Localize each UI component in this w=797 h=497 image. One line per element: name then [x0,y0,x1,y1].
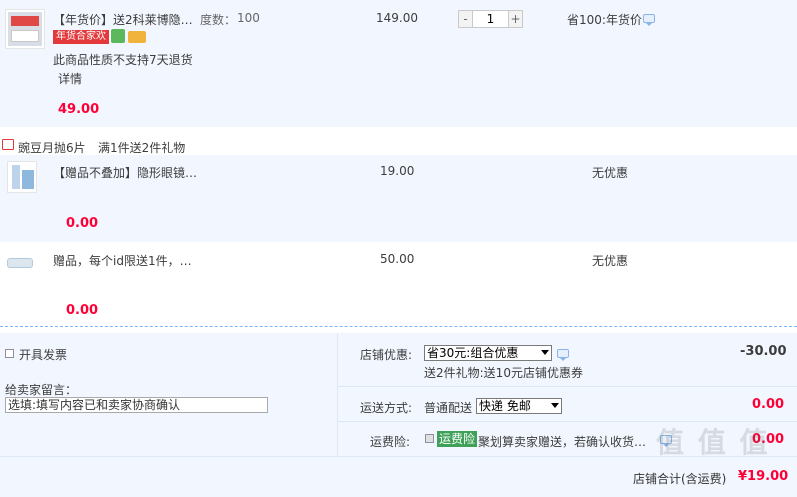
shipping-label: 运送方式: [360,401,413,415]
quantity-plus-button[interactable]: + [508,10,523,28]
quantity-minus-button[interactable]: - [458,10,473,28]
item1-title[interactable]: 【年货价】送2科莱博隐… [53,11,193,28]
gift-group-promo: 满1件送2件礼物 [98,141,186,155]
shop-discount-info-icon[interactable] [557,349,569,361]
message-label: 给卖家留言： [5,383,78,397]
item1-discount-info-icon[interactable] [643,14,655,26]
shop-discount-select[interactable]: 省30元:组合优惠 [424,345,552,361]
service-icon-card [128,31,146,43]
options-vertical-divider [337,333,338,456]
invoice-label[interactable]: 开具发票 [19,346,67,363]
watermark: 值 值 值 [656,426,770,459]
item1-promo-badge: 年货合家欢 [53,30,109,44]
shop-discount-row-line [337,386,797,387]
shop-total-label: 店铺合计(含运费) [633,472,727,486]
chevron-down-icon [541,350,549,355]
shop-discount-detail: 送2件礼物:送10元店铺优惠券 [424,366,583,380]
item2-subtotal: 0.00 [66,216,99,231]
shop-total-amount: ¥19.00 [738,469,789,484]
shipping-select[interactable]: 快递 免邮 [476,398,562,414]
insurance-tag: 运费险 [437,431,478,447]
shop-discount-amount: -30.00 [740,344,787,359]
item1-thumbnail[interactable] [5,9,45,49]
item2-unit-price: 19.00 [380,164,415,178]
item1-subtotal: 49.00 [58,102,100,117]
item3-unit-price: 50.00 [380,252,415,266]
item3-subtotal: 0.00 [66,303,99,318]
quantity-input[interactable]: 1 [472,10,509,28]
item2-title[interactable]: 【赠品不叠加】隐形眼镜… [53,164,197,181]
item1-return-notice: 此商品性质不支持7天退货 [53,53,193,67]
shipping-selected: 快递 免邮 [479,399,531,413]
item1-detail-link[interactable]: 详情 [58,70,82,87]
item1-spec-label: 度数： [200,13,237,27]
item3-discount: 无优惠 [592,254,629,268]
shop-discount-label: 店铺优惠: [360,348,413,362]
item1-unit-price: 149.00 [376,11,418,25]
item3-title[interactable]: 赠品，每个id限送1件，… [53,252,192,269]
insurance-text: 聚划算卖家赠送，若确认收货… [478,435,647,449]
shipping-method: 普通配送 [424,401,473,415]
insurance-label: 运费险: [370,435,411,449]
chevron-down-icon [551,403,559,408]
item1-discount: 省100:年货价 [567,13,642,27]
gift-group-name[interactable]: 豌豆月抛6片 [18,139,86,156]
item3-thumbnail[interactable] [5,252,37,274]
service-icon-green [111,29,125,43]
item1-spec-value: 100 [237,11,260,25]
item2-thumbnail[interactable] [7,161,37,193]
shop-discount-selected: 省30元:组合优惠 [427,346,519,360]
item2-discount: 无优惠 [592,166,629,180]
section-divider [0,326,797,327]
invoice-checkbox[interactable] [5,349,14,358]
shipping-amount: 0.00 [752,397,785,412]
gift-icon [2,139,14,150]
insurance-checkbox[interactable] [425,434,434,443]
seller-message-input[interactable]: 选填:填写内容已和卖家协商确认 [5,397,268,413]
